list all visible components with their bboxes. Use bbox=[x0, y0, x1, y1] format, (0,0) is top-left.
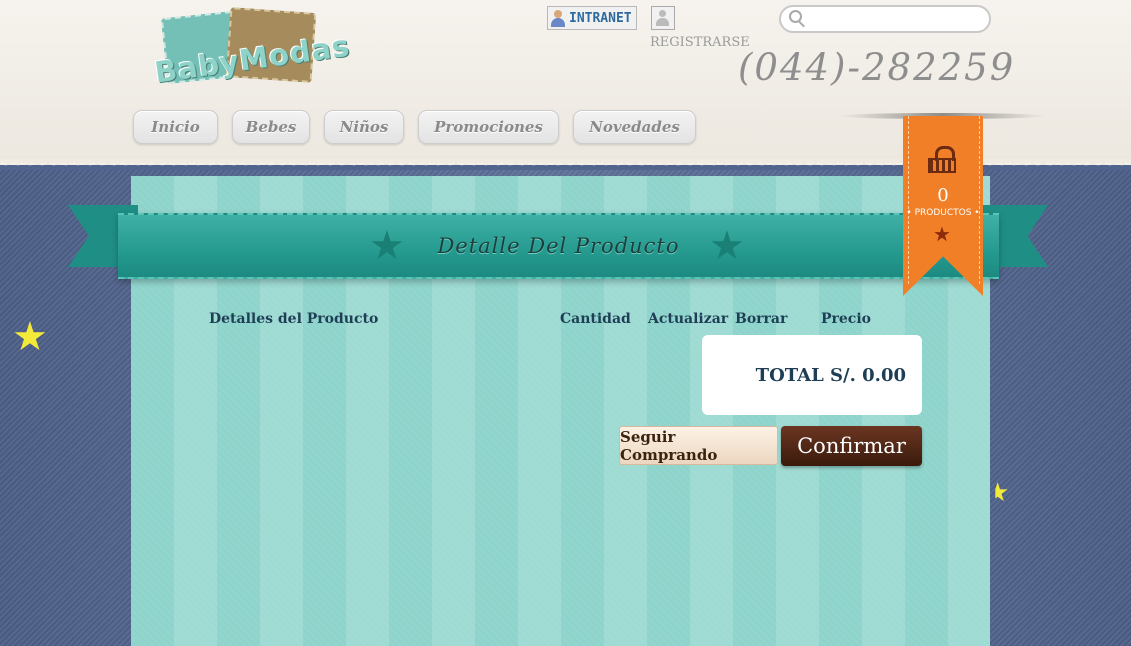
search-box bbox=[779, 5, 991, 33]
basket-icon bbox=[928, 146, 958, 176]
cart-count: 0 bbox=[937, 185, 949, 206]
register-icon[interactable] bbox=[651, 6, 675, 30]
search-input[interactable] bbox=[811, 9, 985, 29]
total-box: TOTAL S/. 0.00 bbox=[702, 335, 922, 415]
star-icon: ★ bbox=[369, 223, 405, 269]
nav-item-novedades[interactable]: Novedades bbox=[573, 110, 696, 144]
phone-number: (044)-282259 bbox=[738, 46, 1016, 89]
star-icon: ★ bbox=[709, 223, 745, 269]
section-title: Detalle Del Producto bbox=[437, 234, 680, 258]
nav-item-promociones[interactable]: Promociones bbox=[418, 110, 559, 144]
user-icon bbox=[550, 9, 566, 27]
nav-item-bebes[interactable]: Bebes bbox=[232, 110, 310, 144]
continue-shopping-button[interactable]: Seguir Comprando bbox=[619, 426, 778, 465]
intranet-label: INTRANET bbox=[569, 10, 632, 26]
header-price: Precio bbox=[821, 311, 871, 327]
site-logo[interactable]: BabyModas bbox=[150, 7, 352, 90]
total-amount: TOTAL S/. 0.00 bbox=[755, 364, 906, 386]
register-link[interactable]: REGISTRARSE bbox=[650, 35, 750, 50]
star-icon: ★ bbox=[12, 314, 48, 360]
confirm-button[interactable]: Confirmar bbox=[781, 426, 922, 466]
section-ribbon: Detalle Del Producto bbox=[118, 213, 999, 279]
header-details: Detalles del Producto bbox=[209, 311, 379, 327]
intranet-link[interactable]: INTRANET bbox=[547, 6, 637, 30]
header-update: Actualizar bbox=[648, 311, 729, 327]
header-quantity: Cantidad bbox=[560, 311, 631, 327]
nav-item-inicio[interactable]: Inicio bbox=[133, 110, 218, 144]
search-icon[interactable] bbox=[789, 10, 803, 24]
cart-label: • PRODUCTOS • bbox=[906, 208, 980, 218]
header-delete: Borrar bbox=[735, 311, 788, 327]
star-icon: ★ bbox=[933, 222, 951, 246]
nav-item-ninos[interactable]: Niños bbox=[324, 110, 404, 144]
